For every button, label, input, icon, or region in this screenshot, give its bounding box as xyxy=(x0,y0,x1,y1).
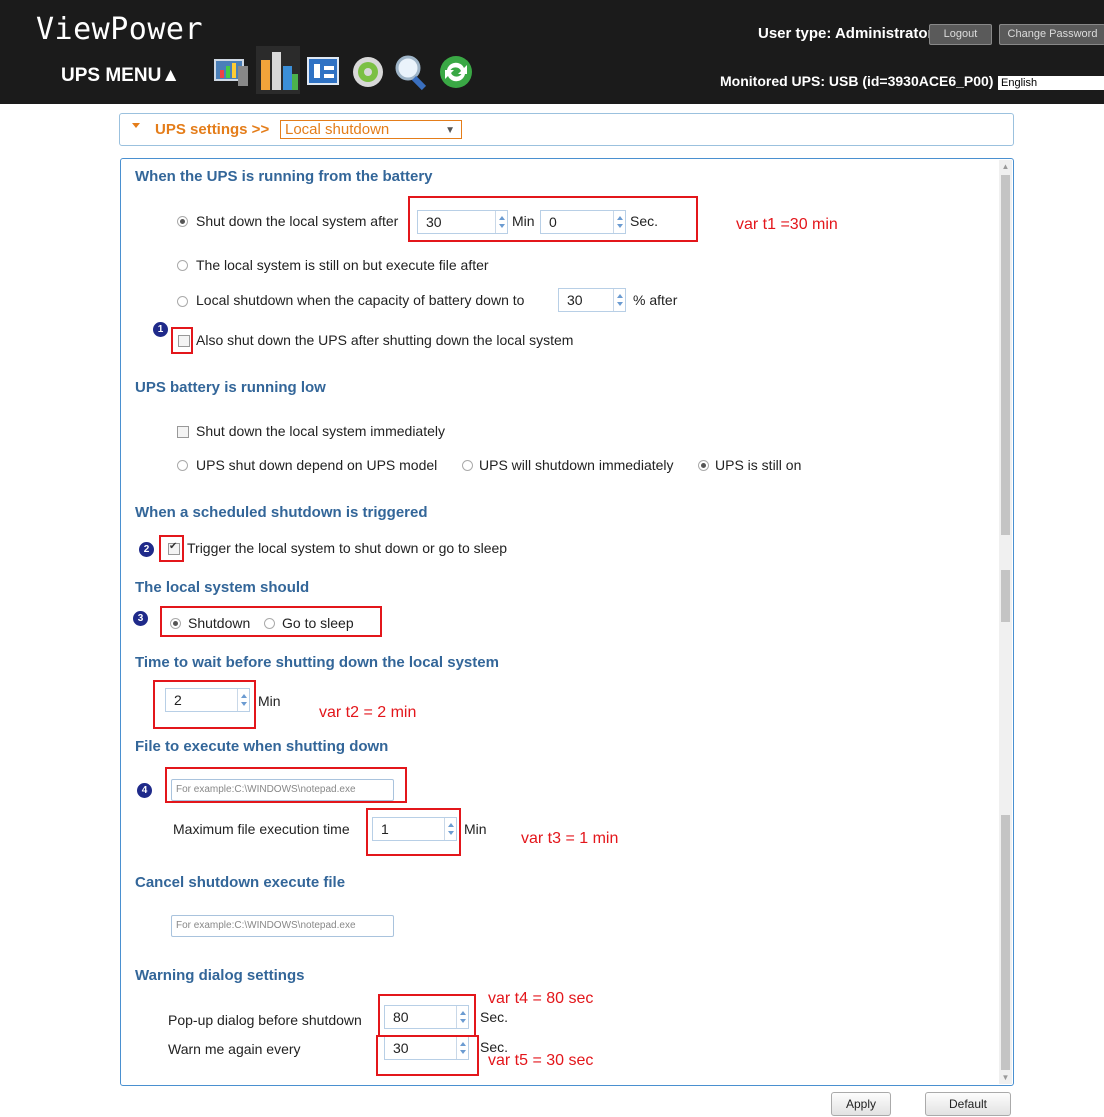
change-password-button[interactable]: Change Password xyxy=(999,24,1104,45)
shutdown-immediately-checkbox[interactable] xyxy=(177,426,189,438)
annotation-box xyxy=(366,808,461,856)
popup-dialog-label: Pop-up dialog before shutdown xyxy=(168,1012,362,1028)
scroll-thumb[interactable] xyxy=(1001,815,1010,1070)
still-on-label: UPS is still on xyxy=(715,457,802,473)
page-select[interactable]: Local shutdown ▼ xyxy=(280,120,462,139)
radio-shutdown-after[interactable] xyxy=(177,216,188,227)
max-exec-time-label: Maximum file execution time xyxy=(173,821,350,837)
badge-3: 3 xyxy=(133,611,148,626)
radio-execute-file[interactable] xyxy=(177,260,188,271)
annotation-box xyxy=(408,196,698,242)
chevron-down-icon: ▼ xyxy=(445,125,455,136)
scrollbar[interactable]: ▲ ▼ xyxy=(999,160,1012,1084)
radio-still-on[interactable] xyxy=(698,460,709,471)
capacity-suffix: % after xyxy=(633,292,678,308)
section-heading: Cancel shutdown execute file xyxy=(135,874,346,891)
annotation-box xyxy=(165,767,407,803)
annotation-t1: var t1 =30 min xyxy=(736,216,838,233)
default-button[interactable]: Default xyxy=(925,1092,1011,1116)
section-heading: The local system should xyxy=(135,579,310,596)
scroll-down-icon[interactable]: ▼ xyxy=(999,1071,1012,1084)
radio-ups-immediately[interactable] xyxy=(462,460,473,471)
annotation-box xyxy=(160,606,382,637)
annotation-box xyxy=(171,327,193,354)
also-shutdown-ups-label: Also shut down the UPS after shutting do… xyxy=(196,332,574,348)
breadcrumb: UPS settings >> Local shutdown ▼ xyxy=(119,113,1014,146)
scroll-up-icon[interactable]: ▲ xyxy=(999,160,1012,173)
section-heading: File to execute when shutting down xyxy=(135,738,389,755)
radio-capacity[interactable] xyxy=(177,296,188,307)
config-tools-icon[interactable] xyxy=(304,52,344,92)
user-type: User type: Administrator xyxy=(758,25,934,42)
trigger-shutdown-label: Trigger the local system to shut down or… xyxy=(187,540,508,556)
execute-file-label: The local system is still on but execute… xyxy=(196,257,489,273)
badge-4: 4 xyxy=(137,783,152,798)
scroll-thumb[interactable] xyxy=(1001,175,1010,535)
annotation-t2: var t2 = 2 min xyxy=(319,704,417,721)
wait-unit: Min xyxy=(258,693,281,709)
shutdown-after-label: Shut down the local system after xyxy=(196,213,399,229)
warn-again-label: Warn me again every xyxy=(168,1041,301,1057)
annotation-box xyxy=(159,535,184,562)
logout-button[interactable]: Logout xyxy=(929,24,992,45)
monitored-ups: Monitored UPS: USB (id=3930ACE6_P00) xyxy=(720,73,994,89)
radio-depend-model[interactable] xyxy=(177,460,188,471)
badge-1: 1 xyxy=(153,322,168,337)
capacity-label: Local shutdown when the capacity of batt… xyxy=(196,292,525,308)
apply-button[interactable]: Apply xyxy=(831,1092,891,1116)
popup-unit: Sec. xyxy=(480,1009,509,1025)
top-bar: ViewPower UPS MENU▲ User type: Administr… xyxy=(0,0,1104,104)
section-heading: When a scheduled shutdown is triggered xyxy=(135,504,428,521)
breadcrumb-section: UPS settings >> xyxy=(155,121,270,138)
scroll-thumb[interactable] xyxy=(1001,570,1010,622)
gear-icon[interactable] xyxy=(348,52,388,92)
max-exec-time-unit: Min xyxy=(464,821,487,837)
stepper-arrows-icon[interactable] xyxy=(613,289,625,311)
section-heading: Time to wait before shutting down the lo… xyxy=(135,654,499,671)
annotation-t4: var t4 = 80 sec xyxy=(488,990,594,1007)
annotation-box xyxy=(376,1035,479,1076)
annotation-box xyxy=(378,994,476,1037)
refresh-icon[interactable] xyxy=(436,52,476,92)
shutdown-immediately-label: Shut down the local system immediately xyxy=(196,423,445,439)
language-select[interactable]: English xyxy=(998,76,1104,90)
capacity-stepper[interactable]: 30 xyxy=(558,288,626,312)
stepper-value: 30 xyxy=(567,292,583,308)
ups-menu-toggle[interactable]: UPS MENU▲ xyxy=(61,65,180,87)
section-heading: When the UPS is running from the battery xyxy=(135,168,433,185)
collapse-arrow-icon[interactable] xyxy=(132,123,140,128)
depend-model-label: UPS shut down depend on UPS model xyxy=(196,457,438,473)
badge-2: 2 xyxy=(139,542,154,557)
bar-chart-icon[interactable] xyxy=(256,46,300,94)
page-select-value: Local shutdown xyxy=(285,121,390,138)
annotation-box xyxy=(153,680,256,729)
ups-immediately-label: UPS will shutdown immediately xyxy=(479,457,674,473)
search-icon[interactable] xyxy=(392,52,432,92)
annotation-t3: var t3 = 1 min xyxy=(521,830,619,847)
cancel-file-input[interactable]: For example:C:\WINDOWS\notepad.exe xyxy=(171,915,394,937)
annotation-t5: var t5 = 30 sec xyxy=(488,1052,594,1069)
monitor-chart-icon[interactable] xyxy=(212,52,252,92)
section-heading: UPS battery is running low xyxy=(135,379,326,396)
app-logo: ViewPower xyxy=(36,12,204,47)
section-heading: Warning dialog settings xyxy=(135,967,305,984)
